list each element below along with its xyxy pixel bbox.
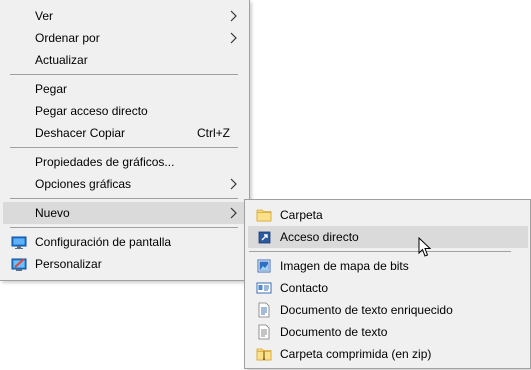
shortcut-icon bbox=[258, 231, 271, 244]
menu-item-deshacer-copiar[interactable]: Deshacer Copiar Ctrl+Z bbox=[3, 122, 246, 144]
menu-separator bbox=[249, 251, 511, 252]
mouse-cursor-icon bbox=[418, 237, 432, 257]
menu-separator bbox=[10, 227, 238, 228]
bitmap-icon bbox=[257, 259, 271, 273]
chevron-right-icon bbox=[230, 207, 237, 219]
submenu-item-carpeta-comprimida[interactable]: Carpeta comprimida (en zip) bbox=[248, 343, 528, 365]
menu-item-label: Ver bbox=[35, 9, 54, 23]
menu-separator bbox=[10, 74, 238, 75]
menu-item-configuracion-pantalla[interactable]: Configuración de pantalla bbox=[3, 231, 246, 253]
personalize-icon bbox=[11, 258, 27, 271]
desktop-context-menu: Ver Ordenar por Actualizar Pegar Pegar a… bbox=[0, 0, 250, 281]
submenu-item-label: Imagen de mapa de bits bbox=[280, 259, 409, 273]
menu-item-label: Personalizar bbox=[35, 257, 102, 271]
menu-item-label: Pegar acceso directo bbox=[35, 104, 148, 118]
menu-item-opciones-graficas[interactable]: Opciones gráficas bbox=[3, 173, 246, 195]
chevron-right-icon bbox=[230, 178, 237, 190]
menu-item-pegar-acceso-directo[interactable]: Pegar acceso directo bbox=[3, 100, 246, 122]
text-document-icon bbox=[258, 324, 270, 340]
submenu-item-label: Carpeta bbox=[280, 208, 323, 222]
submenu-item-acceso-directo[interactable]: Acceso directo bbox=[248, 226, 528, 248]
new-submenu: Carpeta Acceso directo Imagen de mapa de… bbox=[244, 199, 531, 369]
menu-item-ordenar-por[interactable]: Ordenar por bbox=[3, 27, 246, 49]
menu-item-label: Opciones gráficas bbox=[35, 177, 132, 191]
menu-item-label: Ordenar por bbox=[35, 31, 100, 45]
submenu-item-label: Documento de texto bbox=[280, 325, 388, 339]
menu-item-label: Deshacer Copiar bbox=[35, 126, 126, 140]
submenu-item-label: Documento de texto enriquecido bbox=[280, 303, 453, 317]
submenu-item-documento-texto[interactable]: Documento de texto bbox=[248, 321, 528, 343]
submenu-item-imagen-mapa-bits[interactable]: Imagen de mapa de bits bbox=[248, 255, 528, 277]
folder-icon bbox=[256, 209, 272, 222]
menu-item-label: Actualizar bbox=[35, 53, 88, 67]
menu-item-actualizar[interactable]: Actualizar bbox=[3, 49, 246, 71]
menu-separator bbox=[10, 198, 238, 199]
menu-item-pegar[interactable]: Pegar bbox=[3, 78, 246, 100]
menu-item-label: Configuración de pantalla bbox=[35, 235, 172, 249]
menu-item-shortcut: Ctrl+Z bbox=[197, 126, 230, 140]
menu-item-label: Pegar bbox=[35, 82, 68, 96]
display-settings-icon bbox=[11, 236, 27, 249]
submenu-item-documento-texto-enriquecido[interactable]: Documento de texto enriquecido bbox=[248, 299, 528, 321]
submenu-item-label: Carpeta comprimida (en zip) bbox=[280, 347, 432, 361]
submenu-item-contacto[interactable]: Contacto bbox=[248, 277, 528, 299]
rich-text-document-icon bbox=[258, 302, 270, 318]
zip-folder-icon bbox=[256, 348, 272, 361]
submenu-item-label: Contacto bbox=[280, 281, 329, 295]
submenu-item-carpeta[interactable]: Carpeta bbox=[248, 204, 528, 226]
chevron-right-icon bbox=[230, 10, 237, 22]
contact-card-icon bbox=[256, 282, 272, 294]
menu-item-personalizar[interactable]: Personalizar bbox=[3, 253, 246, 275]
chevron-right-icon bbox=[230, 32, 237, 44]
menu-separator bbox=[10, 147, 238, 148]
menu-item-label: Propiedades de gráficos... bbox=[35, 155, 175, 169]
submenu-item-label: Acceso directo bbox=[280, 230, 359, 244]
menu-item-nuevo[interactable]: Nuevo bbox=[3, 202, 246, 224]
menu-item-propiedades-graficos[interactable]: Propiedades de gráficos... bbox=[3, 151, 246, 173]
menu-item-label: Nuevo bbox=[35, 206, 70, 220]
menu-item-ver[interactable]: Ver bbox=[3, 5, 246, 27]
